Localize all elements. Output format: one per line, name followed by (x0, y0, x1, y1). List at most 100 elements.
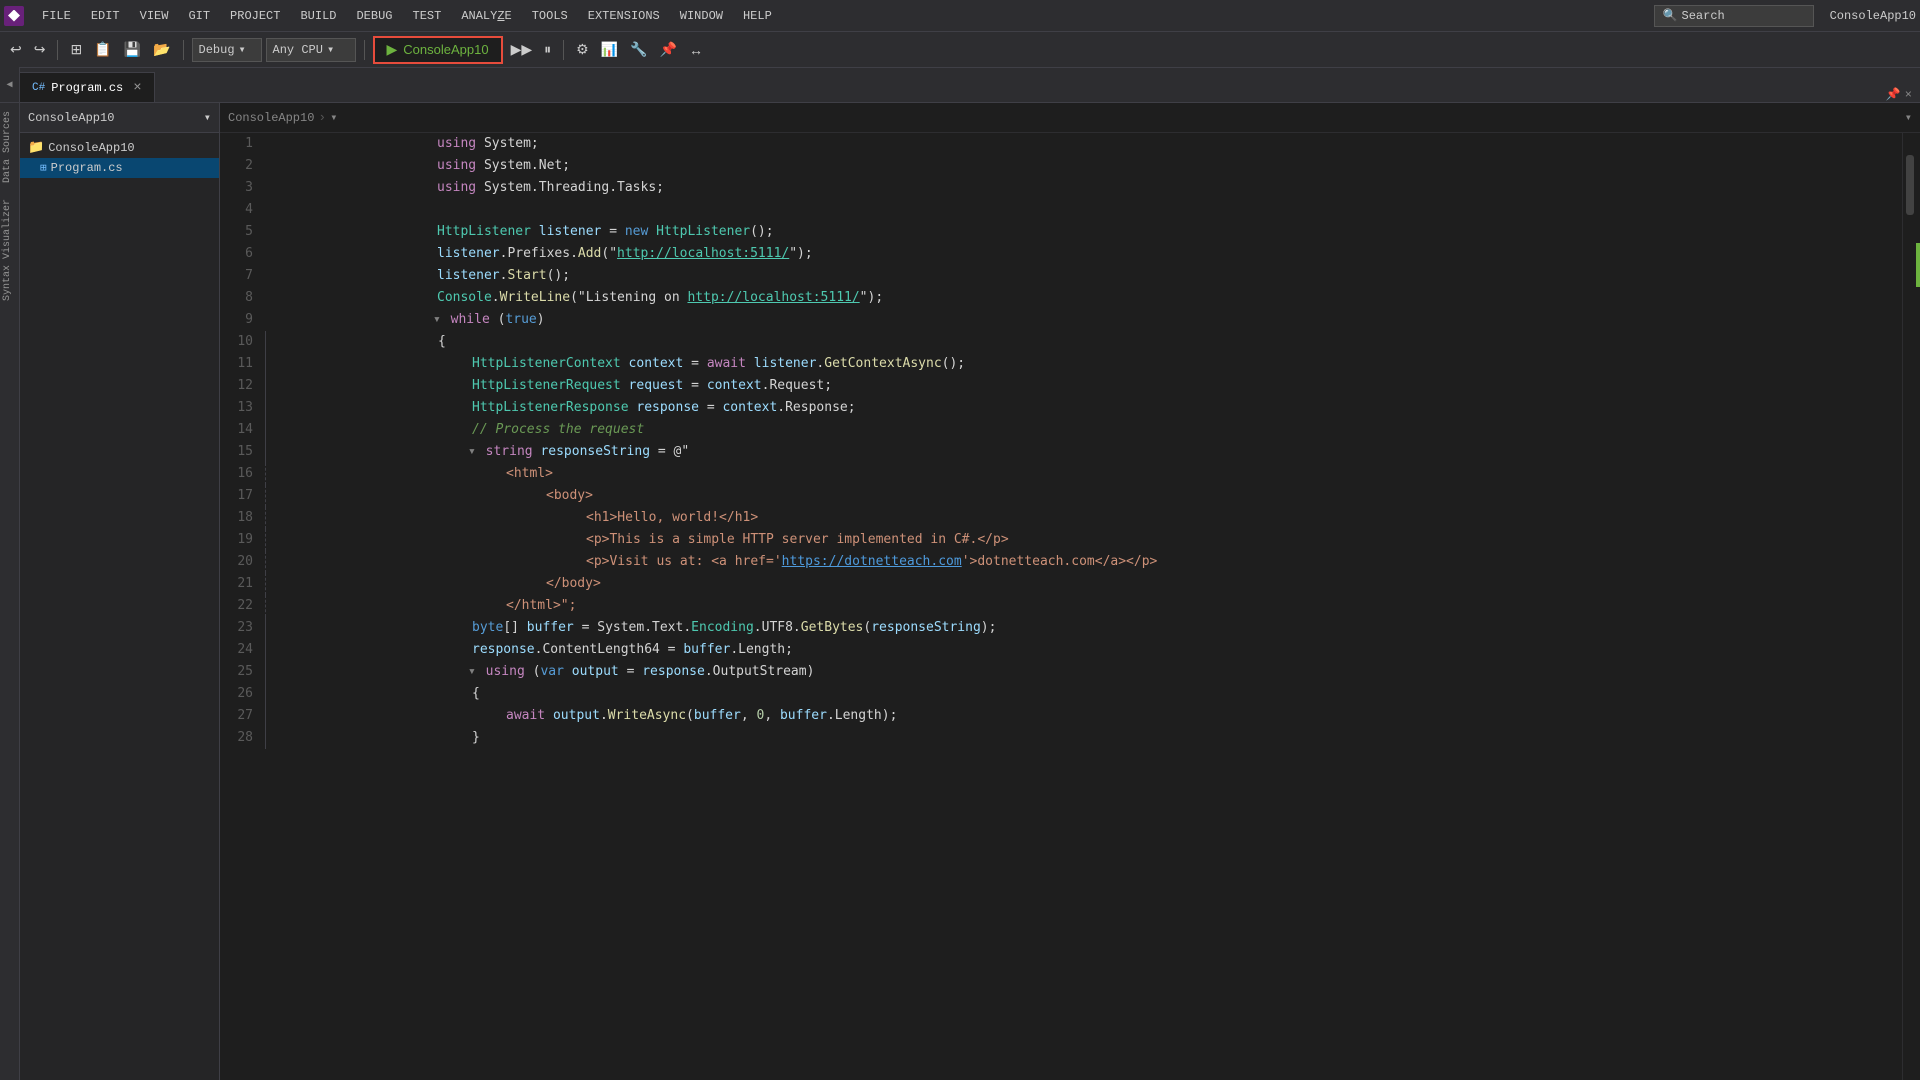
menu-analyze[interactable]: ANALYZE (451, 0, 521, 32)
menu-window[interactable]: WINDOW (670, 0, 733, 32)
close-all-icon[interactable]: × (1905, 88, 1912, 102)
pin-icon[interactable]: 📌 (1886, 87, 1901, 102)
menu-test[interactable]: TEST (403, 0, 452, 32)
code-line-20: 20 <p>Visit us at: <a href='https://dotn… (220, 551, 1902, 573)
menu-extensions[interactable]: EXTENSIONS (578, 0, 670, 32)
toolbar-misc5[interactable]: ↔ (685, 36, 707, 64)
breadcrumb-nav[interactable]: ▾ (1905, 110, 1912, 125)
menu-help[interactable]: HELP (733, 0, 782, 32)
code-line-1: 1 using System; (220, 133, 1902, 155)
scroll-thumb[interactable] (1906, 155, 1914, 215)
code-area: ConsoleApp10 › ▾ ▾ 1 using System; (220, 103, 1920, 1080)
project-node[interactable]: 📁 ConsoleApp10 (20, 137, 219, 158)
run-button[interactable]: ▶ ConsoleApp10 (373, 36, 503, 64)
code-line-6: 6 listener.Prefixes.Add("http://localhos… (220, 243, 1902, 265)
line-content-1: using System; (265, 133, 1902, 155)
line-num-18: 18 (220, 507, 265, 529)
menu-edit[interactable]: EDIT (81, 0, 130, 32)
line-num-16: 16 (220, 463, 265, 485)
search-label: Search (1682, 9, 1725, 23)
line-content-22: </html>"; (265, 595, 1902, 617)
toolbar-misc3[interactable]: 🔧 (626, 36, 651, 64)
menu-project[interactable]: PROJECT (220, 0, 290, 32)
line-num-7: 7 (220, 265, 265, 287)
line-content-15: ▾ string responseString = @" (265, 441, 1902, 463)
code-line-22: 22 </html>"; (220, 595, 1902, 617)
panel-collapse-icon[interactable]: ◀ (6, 79, 12, 91)
line-num-25: 25 (220, 661, 265, 683)
code-line-24: 24 response.ContentLength64 = buffer.Len… (220, 639, 1902, 661)
code-scroll-area[interactable]: 1 using System; 2 using System.Net; (220, 133, 1902, 1080)
line-content-16: <html> (265, 463, 1902, 485)
line-content-5: HttpListener listener = new HttpListener… (265, 221, 1902, 243)
file-item-program-cs[interactable]: ⊞ Program.cs (20, 158, 219, 178)
file-list: 📁 ConsoleApp10 ⊞ Program.cs (20, 133, 219, 182)
code-line-5: 5 HttpListener listener = new HttpListen… (220, 221, 1902, 243)
toolbar-redo-btn[interactable]: ↪ (30, 36, 50, 64)
line-num-1: 1 (220, 133, 265, 155)
left-sidebar: Data Sources Syntax Visualizer (0, 103, 20, 1080)
search-box[interactable]: 🔍 Search (1654, 5, 1814, 27)
toolbar-misc1[interactable]: ⚙ (572, 36, 593, 64)
line-num-11: 11 (220, 353, 265, 375)
code-content: 1 using System; 2 using System.Net; (220, 133, 1920, 1080)
line-num-23: 23 (220, 617, 265, 639)
toolbar-btn4[interactable]: 📂 (149, 36, 174, 64)
code-inner: 1 using System; 2 using System.Net; (220, 133, 1920, 1080)
tab-label: Program.cs (51, 81, 123, 95)
collapse-9[interactable]: ▾ (433, 309, 441, 331)
line-num-28: 28 (220, 727, 265, 749)
code-line-14: 14 // Process the request (220, 419, 1902, 441)
platform-dropdown[interactable]: Any CPU ▾ (266, 38, 356, 62)
file-panel-header: ConsoleApp10 ▾ (20, 103, 219, 133)
menu-git[interactable]: GIT (178, 0, 220, 32)
platform-arrow-icon: ▾ (327, 42, 334, 57)
tab-close-icon[interactable]: × (133, 80, 141, 96)
collapse-15[interactable]: ▾ (468, 441, 476, 463)
breadcrumb-project: ConsoleApp10 (228, 111, 314, 125)
toolbar-btn1[interactable]: ⊞ (66, 36, 86, 64)
breadcrumb-dropdown[interactable]: ▾ (330, 110, 337, 125)
toolbar-sep2 (183, 40, 184, 60)
run-label: ConsoleApp10 (403, 42, 488, 57)
code-line-26: 26 { (220, 683, 1902, 705)
collapse-25[interactable]: ▾ (468, 661, 476, 683)
vertical-scrollbar[interactable] (1902, 133, 1916, 1080)
config-dropdown[interactable]: Debug ▾ (192, 38, 262, 62)
toolbar-undo-btn[interactable]: ↩ (6, 36, 26, 64)
line-content-14: // Process the request (265, 419, 1902, 441)
run-next-btn[interactable]: ▶▶ (507, 36, 537, 64)
line-num-3: 3 (220, 177, 265, 199)
breadcrumb-bar: ConsoleApp10 › ▾ ▾ (220, 103, 1920, 133)
line-num-22: 22 (220, 595, 265, 617)
sidebar-data-sources[interactable]: Data Sources (0, 103, 19, 191)
menu-file[interactable]: FILE (32, 0, 81, 32)
vs-logo (4, 6, 24, 26)
pause-btn[interactable]: ⏸ (540, 36, 555, 64)
main-content: Data Sources Syntax Visualizer ConsoleAp… (0, 103, 1920, 1080)
line-content-7: listener.Start(); (265, 265, 1902, 287)
menu-debug[interactable]: DEBUG (346, 0, 402, 32)
toolbar-btn3[interactable]: 💾 (120, 36, 145, 64)
toolbar-misc2[interactable]: 📊 (597, 36, 622, 64)
toolbar-btn2[interactable]: 📋 (90, 36, 115, 64)
line-content-26: { (265, 683, 1902, 705)
code-line-17: 17 <body> (220, 485, 1902, 507)
toolbar-misc4[interactable]: 📌 (656, 36, 681, 64)
line-content-8: Console.WriteLine("Listening on http://l… (265, 287, 1902, 309)
line-content-25: ▾ using (var output = response.OutputStr… (265, 661, 1902, 683)
code-line-3: 3 using System.Threading.Tasks; (220, 177, 1902, 199)
sidebar-syntax-visualizer[interactable]: Syntax Visualizer (0, 191, 19, 309)
tab-program-cs[interactable]: C# Program.cs × (20, 72, 155, 102)
line-content-12: HttpListenerRequest request = context.Re… (265, 375, 1902, 397)
menu-bar: FILE EDIT VIEW GIT PROJECT BUILD DEBUG T… (0, 0, 1920, 32)
line-num-8: 8 (220, 287, 265, 309)
line-content-13: HttpListenerResponse response = context.… (265, 397, 1902, 419)
menu-build[interactable]: BUILD (290, 0, 346, 32)
menu-tools[interactable]: TOOLS (522, 0, 578, 32)
menu-items: FILE EDIT VIEW GIT PROJECT BUILD DEBUG T… (32, 0, 782, 32)
file-name-program-cs: Program.cs (51, 161, 123, 175)
toolbar-sep1 (57, 40, 58, 60)
line-num-14: 14 (220, 419, 265, 441)
menu-view[interactable]: VIEW (130, 0, 179, 32)
